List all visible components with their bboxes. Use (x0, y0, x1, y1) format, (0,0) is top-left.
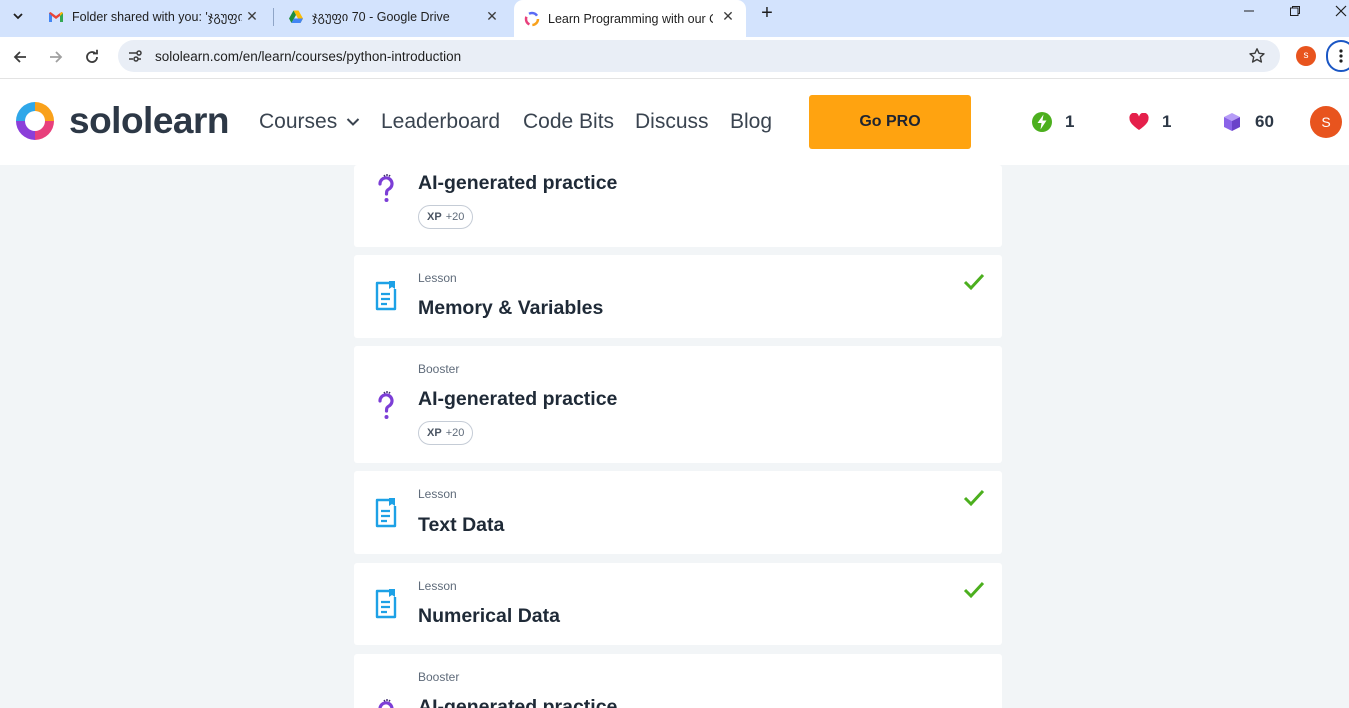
checkmark-icon (963, 489, 985, 507)
minimize-icon (1244, 10, 1254, 12)
arrow-right-icon (50, 51, 63, 63)
hearts-count: 1 (1162, 112, 1172, 131)
close-window-button[interactable] (1330, 4, 1349, 22)
card-kind: Booster (418, 670, 460, 684)
streak-counter[interactable]: 1 (1031, 111, 1074, 133)
heart-icon (1128, 111, 1150, 133)
gems-counter[interactable]: 60 (1221, 111, 1274, 133)
browser-tab-gmail[interactable]: Folder shared with you: 'ჯგუფი ✕ (38, 0, 270, 33)
browser-menu-button[interactable] (1326, 40, 1349, 72)
restore-icon (1290, 6, 1300, 16)
card-title: AI-generated practice (418, 172, 618, 194)
xp-label: XP (427, 427, 442, 439)
lesson-card-memory-variables[interactable]: Lesson Memory & Variables (354, 255, 1002, 338)
reload-icon (86, 49, 98, 63)
sololearn-logo-icon (16, 102, 54, 140)
chevron-down-icon (13, 13, 23, 20)
browser-tab-sololearn[interactable]: Learn Programming with our Online ✕ (514, 0, 746, 37)
xp-label: XP (427, 211, 442, 223)
user-avatar[interactable]: S (1310, 106, 1342, 138)
question-mark-icon (378, 699, 394, 708)
checkmark-icon (963, 273, 985, 291)
gmail-icon (49, 11, 63, 22)
card-title: Numerical Data (418, 605, 560, 627)
arrow-left-icon (13, 51, 26, 63)
lesson-card-text-data[interactable]: Lesson Text Data (354, 471, 1002, 554)
gems-count: 60 (1255, 112, 1274, 131)
tab-title: Folder shared with you: 'ჯგუფი (72, 10, 242, 24)
nav-blog[interactable]: Blog (730, 110, 772, 134)
close-icon[interactable]: ✕ (720, 8, 736, 24)
card-title: AI-generated practice (418, 388, 618, 410)
sololearn-logo[interactable]: sololearn (13, 99, 230, 143)
nav-discuss[interactable]: Discuss (635, 110, 709, 134)
close-icon[interactable]: ✕ (484, 8, 500, 24)
lesson-card-booster[interactable]: Booster AI-generated practice XP +20 (354, 346, 1002, 463)
gem-cube-icon (1221, 111, 1243, 133)
card-kind: Lesson (418, 487, 457, 501)
close-icon[interactable]: ✕ (244, 8, 260, 24)
document-lesson-icon (375, 498, 397, 528)
reload-button[interactable] (80, 45, 104, 69)
browser-toolbar: sololearn.com/en/learn/courses/python-in… (0, 37, 1349, 79)
tab-title: Learn Programming with our Online (548, 11, 713, 26)
xp-value: +20 (445, 427, 465, 439)
new-tab-button[interactable]: + (756, 3, 778, 25)
sololearn-icon (524, 11, 540, 26)
xp-value: +20 (445, 211, 465, 223)
lesson-card-booster[interactable]: AI-generated practice XP +20 (354, 165, 1002, 247)
logo-wordmark: sololearn (69, 100, 230, 141)
card-title: Memory & Variables (418, 297, 604, 319)
more-vertical-icon (1339, 49, 1343, 63)
address-bar[interactable]: sololearn.com/en/learn/courses/python-in… (118, 40, 1280, 72)
card-kind: Lesson (418, 579, 457, 593)
xp-badge: XP +20 (418, 205, 474, 229)
google-drive-icon (289, 10, 303, 23)
back-button[interactable] (8, 45, 32, 69)
streak-count: 1 (1065, 112, 1075, 131)
card-kind: Lesson (418, 271, 457, 285)
tab-separator (273, 8, 274, 26)
tab-search-button[interactable] (6, 4, 30, 28)
lesson-card-booster[interactable]: Booster AI-generated practice (354, 654, 1002, 708)
minimize-button[interactable] (1238, 4, 1260, 22)
site-header: sololearn Courses Leaderboard Code Bits … (0, 79, 1349, 165)
site-info-icon[interactable] (127, 48, 143, 64)
document-lesson-icon (375, 281, 397, 311)
lesson-card-numerical-data[interactable]: Lesson Numerical Data (354, 563, 1002, 645)
go-pro-button[interactable]: Go PRO (809, 95, 971, 149)
nav-courses[interactable]: Courses (259, 110, 360, 134)
browser-profile-avatar[interactable]: s (1296, 46, 1316, 66)
restore-button[interactable] (1284, 4, 1306, 22)
forward-button[interactable] (44, 45, 68, 69)
bookmark-star-icon[interactable] (1248, 47, 1266, 65)
card-title: Text Data (418, 514, 505, 536)
nav-leaderboard[interactable]: Leaderboard (381, 110, 500, 134)
chevron-down-icon (346, 118, 360, 126)
xp-badge: XP +20 (418, 421, 474, 445)
question-mark-icon (378, 391, 394, 419)
close-icon (1335, 5, 1347, 17)
document-lesson-icon (375, 589, 397, 619)
nav-label: Courses (259, 110, 338, 133)
url-text: sololearn.com/en/learn/courses/python-in… (155, 49, 462, 64)
browser-tab-google-drive[interactable]: ჯგუფი 70 - Google Drive ✕ (278, 0, 510, 33)
nav-code-bits[interactable]: Code Bits (523, 110, 614, 134)
card-kind: Booster (418, 362, 460, 376)
tab-title: ჯგუფი 70 - Google Drive (312, 10, 450, 24)
browser-tab-strip: Folder shared with you: 'ჯგუფი ✕ ჯგუფი 7… (0, 0, 1349, 37)
card-title: AI-generated practice (418, 696, 618, 708)
lightning-icon (1031, 111, 1053, 133)
hearts-counter[interactable]: 1 (1128, 111, 1171, 133)
checkmark-icon (963, 581, 985, 599)
question-mark-icon (378, 174, 394, 202)
